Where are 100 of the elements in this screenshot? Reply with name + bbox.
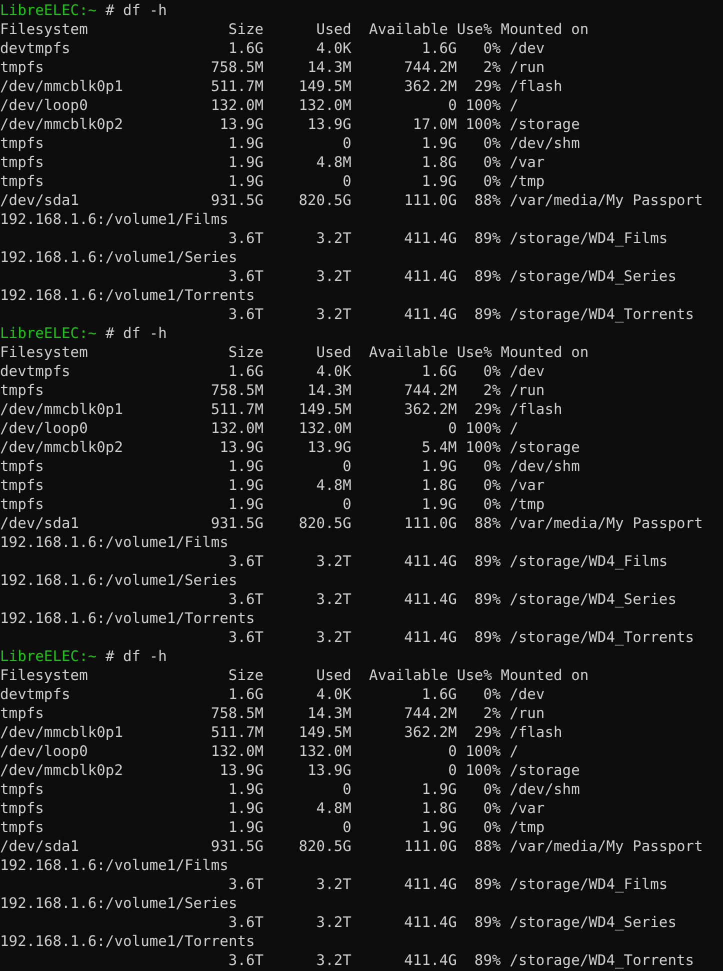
size-value: 1.9G <box>228 135 264 152</box>
available-value: 1.8G <box>422 800 457 817</box>
size-value: 3.6T <box>228 230 264 247</box>
size-value: 3.6T <box>228 591 264 608</box>
size-value: 758.5M <box>210 59 264 76</box>
column-header: Use% <box>456 667 492 684</box>
column-header: Use% <box>456 21 492 38</box>
available-value: 1.9G <box>422 819 457 836</box>
filesystem-name: tmpfs <box>0 496 44 513</box>
available-value: 111.0G <box>404 515 457 532</box>
used-value: 14.3M <box>308 382 352 399</box>
used-value: 820.5G <box>298 192 352 209</box>
used-value: 149.5M <box>298 401 352 418</box>
use-percent: 0% <box>483 135 501 152</box>
filesystem-name: /dev/sda1 <box>0 515 80 532</box>
column-header: Filesystem <box>0 667 88 684</box>
column-header: Available <box>369 667 448 684</box>
size-value: 3.6T <box>228 629 264 646</box>
used-value: 14.3M <box>308 59 352 76</box>
size-value: 132.0M <box>210 420 264 437</box>
mount-point: /dev <box>510 363 545 380</box>
filesystem-name: 192.168.1.6:/volume1/Torrents <box>0 932 255 951</box>
column-header: Mounted on <box>500 667 589 684</box>
use-percent: 0% <box>483 819 501 836</box>
use-percent: 0% <box>483 686 501 703</box>
used-value: 4.8M <box>316 800 352 817</box>
available-value: 1.6G <box>422 363 457 380</box>
used-value: 3.2T <box>316 230 352 247</box>
mount-point: /storage/WD4_Films <box>510 553 668 570</box>
filesystem-name: /dev/mmcblk0p1 <box>0 401 124 418</box>
filesystem-name: /dev/sda1 <box>0 838 80 855</box>
column-header: Filesystem <box>0 21 88 38</box>
use-percent: 100% <box>466 439 501 456</box>
used-value: 820.5G <box>298 838 352 855</box>
mount-point: /storage/WD4_Torrents <box>510 952 694 969</box>
use-percent: 100% <box>466 116 501 133</box>
used-value: 3.2T <box>316 591 352 608</box>
available-value: 1.9G <box>422 135 457 152</box>
used-value: 0 <box>342 458 352 475</box>
filesystem-name: /dev/sda1 <box>0 192 80 209</box>
mount-point: /storage/WD4_Torrents <box>510 629 694 646</box>
mount-point: /var <box>510 800 545 817</box>
mount-point: /var/media/My Passport <box>510 838 703 855</box>
used-value: 3.2T <box>316 629 352 646</box>
mount-point: /storage <box>510 439 580 456</box>
column-header: Size <box>228 21 264 38</box>
size-value: 1.9G <box>228 819 264 836</box>
use-percent: 88% <box>474 192 501 209</box>
mount-point: /tmp <box>510 819 545 836</box>
available-value: 744.2M <box>404 705 457 722</box>
available-value: 0 <box>448 420 457 437</box>
available-value: 1.9G <box>422 173 457 190</box>
mount-point: / <box>510 97 518 114</box>
available-value: 411.4G <box>404 876 457 893</box>
filesystem-name: 192.168.1.6:/volume1/Series <box>0 248 238 267</box>
mount-point: /var <box>510 154 545 171</box>
mount-point: /storage/WD4_Films <box>510 230 668 247</box>
used-value: 4.0K <box>316 40 352 57</box>
filesystem-name: /dev/mmcblk0p2 <box>0 762 124 779</box>
used-value: 0 <box>342 173 352 190</box>
use-percent: 100% <box>466 762 501 779</box>
use-percent: 89% <box>474 914 501 931</box>
use-percent: 0% <box>483 477 501 494</box>
size-value: 931.5G <box>210 192 264 209</box>
available-value: 0 <box>448 97 457 114</box>
used-value: 0 <box>342 781 352 798</box>
mount-point: /flash <box>510 401 562 418</box>
use-percent: 88% <box>474 838 501 855</box>
filesystem-name: /dev/loop0 <box>0 743 88 760</box>
used-value: 4.0K <box>316 686 352 703</box>
used-value: 3.2T <box>316 952 352 969</box>
used-value: 3.2T <box>316 553 352 570</box>
use-percent: 0% <box>483 781 501 798</box>
used-value: 0 <box>342 135 352 152</box>
available-value: 0 <box>448 762 457 779</box>
column-header: Used <box>316 21 352 38</box>
use-percent: 2% <box>483 59 501 76</box>
size-value: 1.6G <box>228 40 264 57</box>
size-value: 511.7M <box>210 724 264 741</box>
use-percent: 2% <box>483 705 501 722</box>
size-value: 931.5G <box>210 838 264 855</box>
use-percent: 89% <box>474 629 501 646</box>
size-value: 758.5M <box>210 705 264 722</box>
use-percent: 0% <box>483 458 501 475</box>
use-percent: 89% <box>474 230 501 247</box>
size-value: 3.6T <box>228 553 264 570</box>
used-value: 14.3M <box>308 705 352 722</box>
available-value: 1.9G <box>422 458 457 475</box>
used-value: 3.2T <box>316 914 352 931</box>
column-header: Mounted on <box>500 21 589 38</box>
size-value: 3.6T <box>228 952 264 969</box>
mount-point: /flash <box>510 724 562 741</box>
size-value: 1.6G <box>228 686 264 703</box>
filesystem-name: /dev/mmcblk0p2 <box>0 116 124 133</box>
used-value: 13.9G <box>308 439 352 456</box>
column-header: Use% <box>456 344 492 361</box>
used-value: 149.5M <box>298 78 352 95</box>
size-value: 1.9G <box>228 781 264 798</box>
available-value: 17.0M <box>412 116 457 133</box>
size-value: 13.9G <box>220 439 264 456</box>
